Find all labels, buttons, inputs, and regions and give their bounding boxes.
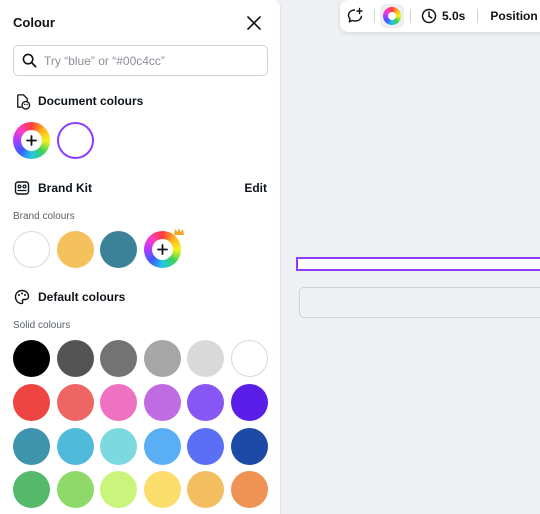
default-colours-header: Default colours xyxy=(13,287,267,307)
solid-colour-swatch[interactable] xyxy=(57,428,94,465)
solid-colour-swatch[interactable] xyxy=(57,340,94,377)
brand-colours-label: Brand colours xyxy=(13,211,75,222)
solid-colour-swatch[interactable] xyxy=(187,384,224,421)
solid-colour-swatch[interactable] xyxy=(13,428,50,465)
toolbar-divider xyxy=(410,9,411,23)
add-comment-icon xyxy=(347,7,363,23)
solid-colour-swatch[interactable] xyxy=(100,471,137,508)
default-colours-title: Default colours xyxy=(38,290,126,304)
brand-colour-swatch[interactable] xyxy=(100,231,137,268)
close-icon xyxy=(247,16,261,30)
position-label: Position xyxy=(490,9,538,23)
solid-colour-swatch[interactable] xyxy=(231,428,268,465)
duration-label: 5.0s xyxy=(442,9,466,23)
clock-icon xyxy=(421,8,437,24)
colour-search[interactable] xyxy=(13,45,268,76)
color-wheel-icon xyxy=(380,4,404,28)
add-brand-colour-button[interactable] xyxy=(144,228,184,268)
close-button[interactable] xyxy=(241,10,267,36)
element-toolbar: 5.0s Position xyxy=(340,0,540,32)
solid-colour-swatch[interactable] xyxy=(231,471,268,508)
crown-icon xyxy=(174,228,184,235)
document-colours-title: Document colours xyxy=(38,94,144,108)
plus-icon xyxy=(152,239,173,260)
brand-colour-swatch[interactable] xyxy=(57,231,94,268)
panel-header: Colour xyxy=(13,10,267,36)
plus-icon xyxy=(21,130,42,151)
document-palette-icon xyxy=(13,92,31,110)
solid-colour-swatch[interactable] xyxy=(144,428,181,465)
solid-colour-swatch[interactable] xyxy=(187,471,224,508)
solid-colour-swatch[interactable] xyxy=(13,340,50,377)
solid-colour-swatch[interactable] xyxy=(57,384,94,421)
toolbar-divider xyxy=(477,9,479,23)
solid-colour-swatch[interactable] xyxy=(187,340,224,377)
solid-colour-swatch[interactable] xyxy=(13,471,50,508)
canvas-text-box[interactable] xyxy=(299,287,540,318)
document-colour-swatch[interactable] xyxy=(57,122,94,159)
solid-colour-swatch[interactable] xyxy=(187,428,224,465)
colour-button[interactable] xyxy=(380,4,404,28)
brand-kit-title: Brand Kit xyxy=(38,181,92,195)
solid-colour-swatch[interactable] xyxy=(144,340,181,377)
brand-kit-edit-link[interactable]: Edit xyxy=(244,181,267,195)
brand-colour-swatch[interactable] xyxy=(13,231,50,268)
solid-colour-swatch[interactable] xyxy=(57,471,94,508)
toolbar-divider xyxy=(374,9,375,23)
palette-icon xyxy=(13,288,31,306)
search-input[interactable] xyxy=(44,53,244,68)
solid-colour-swatch[interactable] xyxy=(231,384,268,421)
colour-panel: Colour Document colours xyxy=(0,0,281,514)
solid-colour-swatch[interactable] xyxy=(100,384,137,421)
document-colours-header: Document colours xyxy=(13,91,267,111)
brand-kit-icon xyxy=(13,179,31,197)
panel-title: Colour xyxy=(13,15,55,30)
position-button[interactable]: Position xyxy=(485,9,537,23)
search-icon xyxy=(22,53,37,68)
brand-kit-header: Brand Kit Edit xyxy=(13,178,267,198)
solid-colour-swatch[interactable] xyxy=(144,471,181,508)
selected-line-element[interactable] xyxy=(296,257,540,271)
solid-colour-swatch[interactable] xyxy=(231,340,268,377)
timing-button[interactable]: 5.0s xyxy=(421,8,465,24)
solid-colours-label: Solid colours xyxy=(13,320,71,331)
solid-colour-swatch[interactable] xyxy=(144,384,181,421)
solid-colour-swatch[interactable] xyxy=(13,384,50,421)
solid-colour-swatch[interactable] xyxy=(100,428,137,465)
solid-colour-swatch[interactable] xyxy=(100,340,137,377)
add-comment-button[interactable] xyxy=(346,7,364,25)
add-document-colour-button[interactable] xyxy=(13,122,50,159)
